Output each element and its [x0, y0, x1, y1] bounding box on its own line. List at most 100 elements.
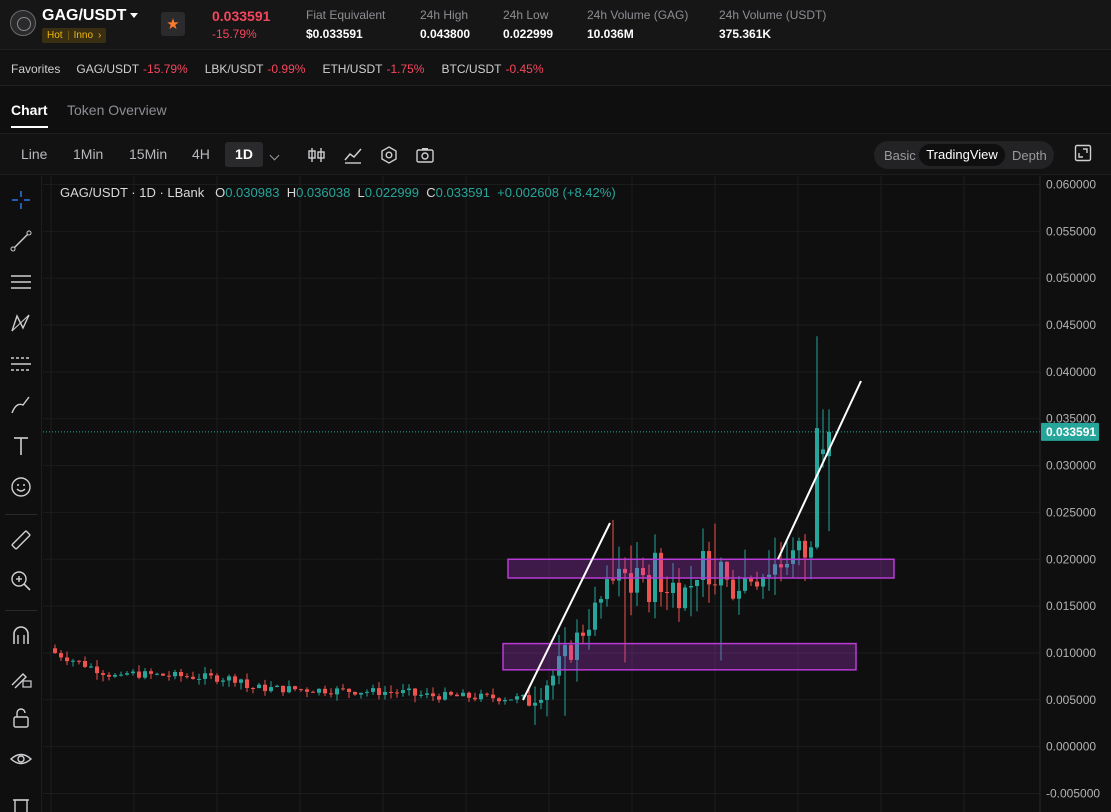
stat-label: 24h Volume (GAG)	[587, 8, 689, 22]
candle-body	[683, 587, 687, 609]
view-basic[interactable]: Basic	[884, 148, 916, 163]
view-tradingview[interactable]: TradingView	[919, 144, 1005, 166]
candle-body	[497, 698, 501, 702]
trend-line-icon[interactable]	[9, 229, 33, 253]
crosshair-icon[interactable]	[9, 188, 33, 212]
candle-body	[821, 449, 825, 455]
candle-body	[809, 547, 813, 558]
view-depth[interactable]: Depth	[1012, 148, 1047, 163]
candle-body	[365, 691, 369, 693]
favorite-item[interactable]: LBK/USDT -0.99%	[205, 62, 306, 76]
lock-icon[interactable]	[9, 706, 33, 730]
candle-body	[335, 688, 339, 695]
stat-value: 0.043800	[420, 27, 471, 41]
horizontal-lines-icon[interactable]	[9, 270, 33, 294]
candle-body	[359, 692, 363, 695]
legend-o-label: O	[215, 185, 226, 200]
y-tick-label: 0.045000	[1046, 318, 1096, 332]
stat-value: 0.022999	[503, 27, 554, 41]
stat-value: 375.361K	[719, 27, 772, 41]
ruler-icon[interactable]	[9, 528, 33, 552]
magnet-icon[interactable]	[9, 624, 33, 648]
y-tick-label: 0.010000	[1046, 646, 1096, 660]
chevron-down-icon[interactable]	[130, 13, 138, 18]
legend-open: 0.030983	[225, 185, 280, 200]
chart-toolbar: Line 1Min 15Min 4H 1D Basic TradingView …	[0, 133, 1111, 175]
favorite-item[interactable]: GAG/USDT -15.79%	[76, 62, 187, 76]
settings-icon[interactable]	[379, 145, 399, 165]
sidebar-divider	[5, 514, 37, 515]
chevron-down-icon[interactable]	[269, 150, 280, 161]
candle-body	[317, 688, 321, 693]
brush-icon[interactable]	[9, 393, 33, 417]
candle-body	[383, 691, 387, 695]
fullscreen-icon[interactable]	[1074, 144, 1092, 162]
candle-body	[527, 695, 531, 706]
timeframe-1d[interactable]: 1D	[225, 142, 263, 167]
candle-body	[371, 688, 375, 692]
candle-body	[581, 632, 585, 636]
candle-body	[485, 693, 489, 695]
emoji-icon[interactable]	[9, 475, 33, 499]
timeframe-1min[interactable]: 1Min	[73, 146, 103, 162]
trash-icon[interactable]	[9, 794, 33, 812]
candle-body	[647, 575, 651, 603]
candle-body	[275, 685, 279, 688]
zoom-icon[interactable]	[9, 569, 33, 593]
star-icon[interactable]: ★	[161, 12, 185, 36]
favorite-symbol: LBK/USDT	[204, 61, 264, 76]
screenshot-icon[interactable]	[415, 145, 435, 165]
candle-body	[437, 696, 441, 700]
fib-icon[interactable]	[9, 352, 33, 376]
candlestick-type-icon[interactable]	[307, 145, 327, 165]
indicators-icon[interactable]	[343, 145, 363, 165]
pattern-icon[interactable]	[9, 311, 33, 335]
candle-body	[731, 579, 735, 599]
candle-body	[797, 540, 801, 551]
candle-body	[95, 666, 99, 674]
eye-icon[interactable]	[9, 747, 33, 771]
favorite-item[interactable]: ETH/USDT -1.75%	[322, 62, 424, 76]
candle-body	[251, 687, 255, 689]
candle-body	[77, 660, 81, 662]
candle-body	[143, 671, 147, 678]
y-tick-label: 0.050000	[1046, 271, 1096, 285]
candle-body	[599, 599, 603, 603]
candle-body	[83, 661, 87, 667]
tag-hot: Hot	[47, 30, 63, 41]
candle-body	[59, 653, 63, 658]
lock-drawing-icon[interactable]	[9, 665, 33, 689]
chart-tabs: Chart Token Overview	[0, 88, 1111, 132]
candle-body	[605, 579, 609, 600]
candle-body	[209, 673, 213, 676]
stat-value: 10.036M	[587, 27, 634, 41]
timeframe-15min[interactable]: 15Min	[129, 146, 167, 162]
candle-body	[53, 648, 57, 654]
pair-tags[interactable]: Hot Inno ›	[42, 28, 107, 43]
candle-body	[515, 696, 519, 700]
candlestick-chart[interactable]: 0.060000 0.055000 0.050000 0.045000 0.040000…	[43, 176, 1111, 812]
legend-h-label: H	[286, 185, 297, 200]
trend-line	[777, 380, 862, 560]
tab-token-overview[interactable]: Token Overview	[67, 102, 167, 118]
price-chart[interactable]: 0.060000 0.055000 0.050000 0.045000 0.040000…	[43, 176, 1111, 812]
stat-value: $0.033591	[306, 27, 363, 41]
candle-body	[161, 673, 165, 676]
candle-body	[149, 671, 153, 674]
tab-chart[interactable]: Chart	[11, 102, 48, 128]
candle-body	[545, 685, 549, 700]
candle-body	[329, 693, 333, 695]
pair-selector[interactable]: GAG/USDT	[42, 7, 126, 25]
timeframe-4h[interactable]: 4H	[192, 146, 210, 162]
candle-body	[197, 678, 201, 680]
stat-24h-high: 24h High 0.043800	[420, 8, 470, 41]
candle-body	[815, 428, 819, 548]
y-tick-label: -0.005000	[1046, 787, 1100, 801]
y-tick-label: 0.040000	[1046, 365, 1096, 379]
favorite-item[interactable]: BTC/USDT -0.45%	[441, 62, 543, 76]
candle-body	[479, 693, 483, 700]
candle-body	[281, 685, 285, 693]
text-icon[interactable]	[9, 434, 33, 458]
candle-body	[665, 591, 669, 594]
timeframe-line[interactable]: Line	[21, 146, 47, 162]
